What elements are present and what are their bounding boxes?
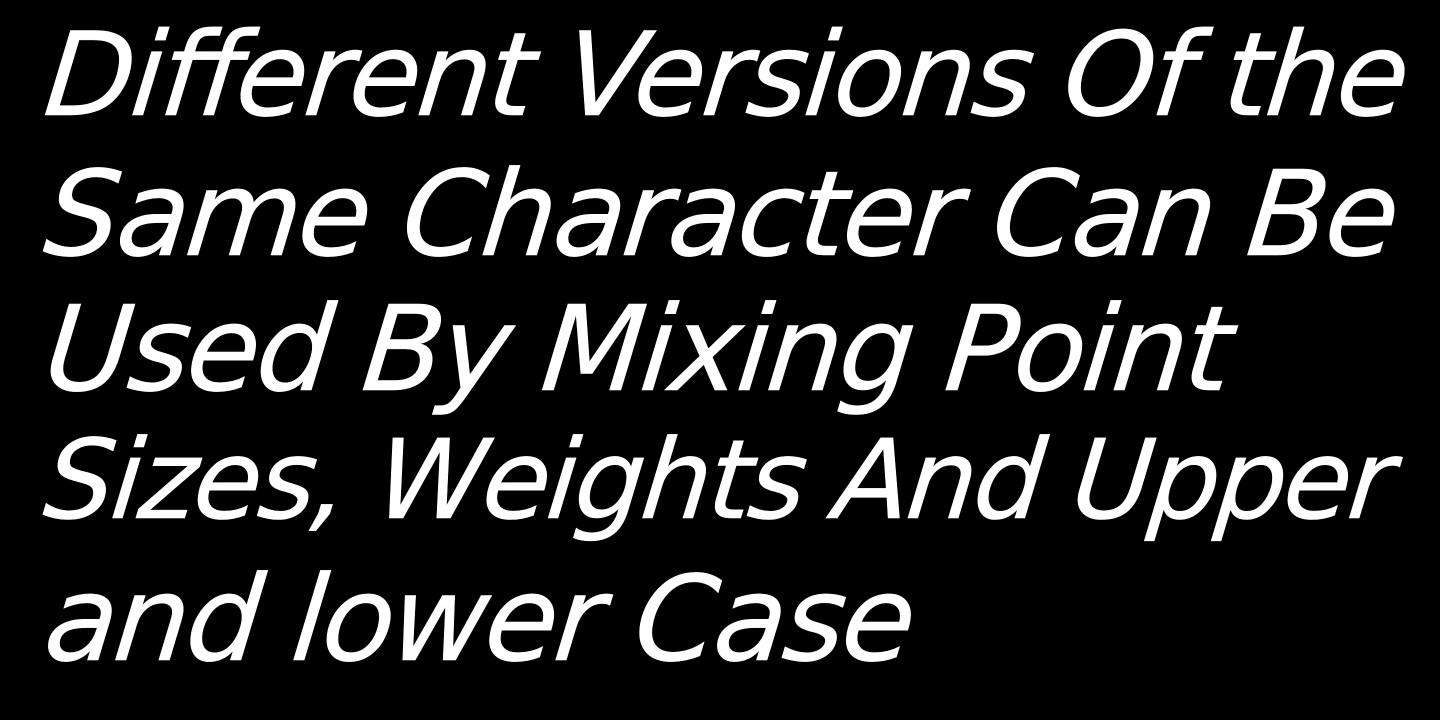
- type-specimen-canvas: Different Versions Of the Same Character…: [0, 0, 1440, 720]
- specimen-line-2: Same Character Can Be: [38, 145, 1404, 284]
- specimen-line-5: and lower Case: [38, 550, 920, 689]
- specimen-line-1: Different Versions Of the: [39, 8, 1414, 144]
- specimen-line-4: Sizes, Weights And Upper: [39, 416, 1399, 545]
- specimen-line-3: Used By Mixing Point: [38, 280, 1237, 419]
